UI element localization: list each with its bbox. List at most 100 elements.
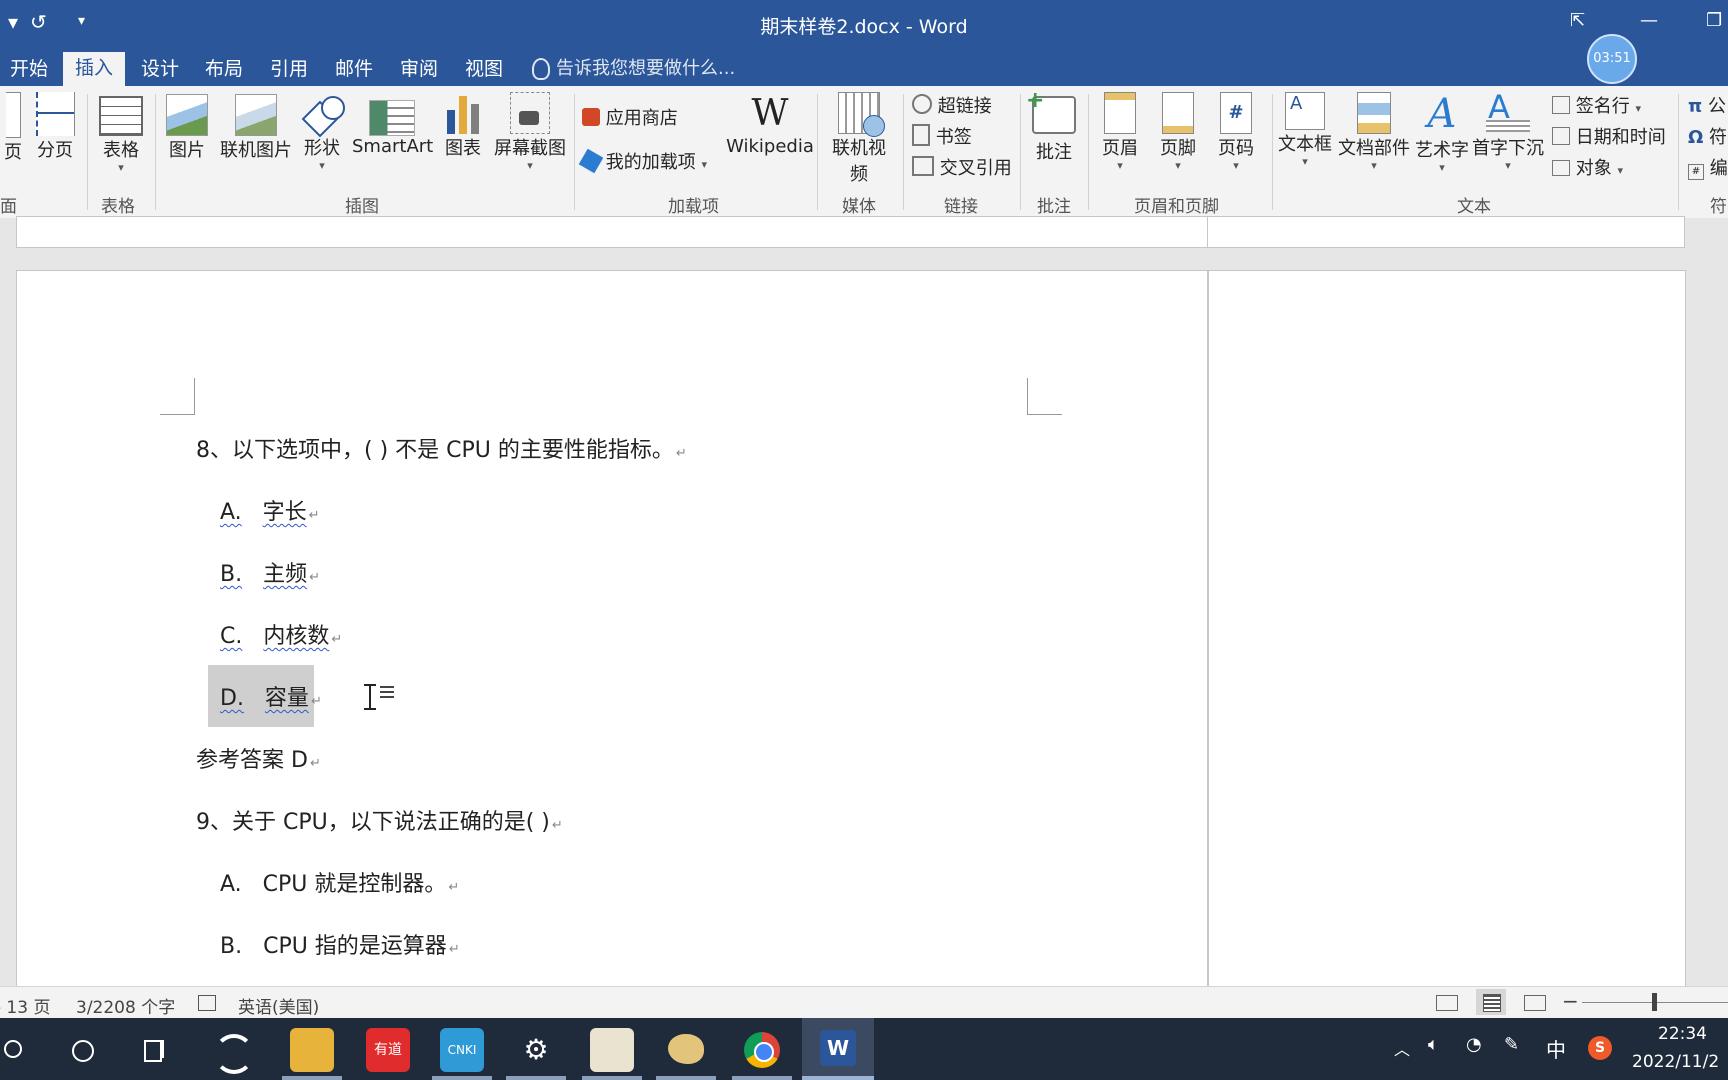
tab-mailings[interactable]: 邮件 <box>335 54 373 86</box>
dropcap-button[interactable]: A 首字下沉 ▾ <box>1472 88 1544 172</box>
chrome-icon[interactable] <box>740 1028 784 1072</box>
wifi-icon[interactable]: ◔ <box>1466 1034 1482 1055</box>
paint-palette-icon[interactable] <box>664 1028 708 1072</box>
comment-label: 批注 <box>1036 142 1072 163</box>
word-count[interactable]: 3/2208 个字 <box>76 993 175 1018</box>
youdao-icon[interactable]: 有道 <box>366 1028 410 1072</box>
page-count[interactable]: 共 13 页 <box>0 993 50 1018</box>
page-button[interactable]: 页 <box>0 92 26 164</box>
object-button[interactable]: 对象 ▾ <box>1552 154 1623 180</box>
print-layout-view-button[interactable] <box>1476 989 1506 1015</box>
smartart-button[interactable]: SmartArt <box>352 92 433 157</box>
tab-layout[interactable]: 布局 <box>205 54 243 86</box>
equation-button[interactable]: π 公 <box>1688 92 1726 118</box>
table-label: 表格 <box>103 140 139 161</box>
document-area[interactable]: 8、以下选项中，( ) 不是 CPU 的主要性能指标。 ↵ A. 字长 ↵ B. 主… <box>0 216 1728 1012</box>
question-8-text: 8、以下选项中，( ) 不是 CPU 的主要性能指标。 <box>196 438 674 463</box>
previous-page <box>16 216 1208 248</box>
minimize-button[interactable]: — <box>1640 10 1658 31</box>
signature-icon <box>1552 96 1570 114</box>
cortana-icon[interactable] <box>60 1028 104 1072</box>
option-letter: A. <box>220 872 242 897</box>
option-8d[interactable]: D. 容量 ↵ <box>220 680 322 712</box>
option-letter: D. <box>220 686 244 711</box>
task-view-icon[interactable] <box>134 1028 178 1072</box>
store-button[interactable]: 应用商店 <box>582 104 678 130</box>
quick-parts-icon <box>1357 92 1391 134</box>
signature-line-button[interactable]: 签名行 ▾ <box>1552 92 1641 118</box>
zoom-out-button[interactable]: − <box>1562 989 1579 1013</box>
shapes-button[interactable]: 形状 ▾ <box>298 92 346 172</box>
table-button[interactable]: 表格 ▾ <box>96 92 146 174</box>
option-text: 主频 <box>263 562 308 587</box>
my-addins-button[interactable]: 我的加载项 ▾ <box>578 148 707 174</box>
option-8a: A. 字长 ↵ <box>220 494 320 526</box>
pen-icon[interactable]: ✎ <box>1504 1034 1519 1055</box>
restore-button[interactable]: ❐ <box>1706 10 1722 31</box>
option-text: 内核数 <box>263 624 330 649</box>
markup-pane <box>1208 270 1686 1012</box>
zoom-slider-thumb[interactable] <box>1652 993 1657 1011</box>
header-button[interactable]: 页眉 ▾ <box>1096 92 1144 172</box>
search-icon[interactable] <box>0 1028 44 1072</box>
group-header-footer-label: 页眉和页脚 <box>1134 197 1219 217</box>
store-icon <box>582 108 600 126</box>
picture-button[interactable]: 图片 <box>164 92 210 162</box>
word-taskbar-button[interactable]: W <box>802 1018 874 1080</box>
table-icon <box>99 96 143 136</box>
group-symbols-label: 符 <box>1710 197 1727 217</box>
hyperlink-button[interactable]: 超链接 <box>912 92 992 118</box>
chart-button[interactable]: 图表 <box>440 92 486 160</box>
bookmark-button[interactable]: 书签 <box>912 123 972 149</box>
online-video-button[interactable]: 联机视频 <box>824 92 894 186</box>
ribbon-display-icon[interactable]: ⇱ <box>1570 10 1585 31</box>
proofing-icon[interactable] <box>198 995 216 1011</box>
sogou-ime-icon[interactable]: S <box>1588 1036 1612 1060</box>
divider <box>1272 94 1273 210</box>
ribbon-tabs: 开始 插入 设计 布局 引用 邮件 审阅 视图 告诉我您想要做什么... <box>0 48 1728 86</box>
crop-mark-right <box>1027 378 1062 415</box>
symbol-button[interactable]: Ω 符 <box>1688 123 1727 149</box>
online-picture-button[interactable]: 联机图片 <box>216 92 296 162</box>
group-illustrations-label: 插图 <box>345 197 379 217</box>
file-explorer-icon[interactable] <box>290 1028 334 1072</box>
web-layout-icon[interactable] <box>1524 995 1546 1011</box>
cnki-icon[interactable]: CNKI <box>440 1028 484 1072</box>
language-indicator[interactable]: 英语(美国) <box>238 993 319 1018</box>
page-break-button[interactable]: 分页 <box>30 92 80 162</box>
tab-view[interactable]: 视图 <box>465 54 503 86</box>
tab-references[interactable]: 引用 <box>270 54 308 86</box>
pinwheel-app-icon[interactable] <box>208 1028 254 1074</box>
python-file-icon[interactable] <box>590 1028 634 1072</box>
settings-gear-icon[interactable]: ⚙ <box>514 1028 558 1072</box>
layout-options-icon[interactable] <box>380 686 394 698</box>
page-number-button[interactable]: # 页码 ▾ <box>1212 92 1260 172</box>
comment-button[interactable]: + 批注 <box>1026 88 1080 164</box>
volume-icon[interactable]: 🔈︎ <box>1428 1034 1439 1055</box>
screenshot-button[interactable]: 屏幕截图 ▾ <box>492 92 568 172</box>
tab-design[interactable]: 设计 <box>141 54 179 86</box>
globe-link-icon <box>912 94 932 114</box>
dropcap-label: 首字下沉 <box>1472 138 1544 159</box>
tab-review[interactable]: 审阅 <box>400 54 438 86</box>
number-button[interactable]: # 编 <box>1688 154 1728 180</box>
tell-me-search[interactable]: 告诉我您想要做什么... <box>556 54 735 84</box>
wordart-label: 艺术字 <box>1415 140 1469 161</box>
wordart-icon: A <box>1427 91 1457 137</box>
read-mode-icon[interactable] <box>1436 995 1458 1011</box>
wordart-button[interactable]: A 艺术字 ▾ <box>1414 92 1470 174</box>
textbox-button[interactable]: A 文本框 ▾ <box>1276 92 1334 168</box>
tab-insert[interactable]: 插入 <box>63 52 126 86</box>
date-time-button[interactable]: 日期和时间 <box>1552 123 1666 149</box>
comment-icon: + <box>1026 88 1076 134</box>
tab-home[interactable]: 开始 <box>10 54 48 86</box>
quick-parts-button[interactable]: 文档部件 ▾ <box>1336 92 1412 172</box>
divider <box>903 94 904 210</box>
tray-chevron-icon[interactable]: ︿ <box>1394 1036 1410 1060</box>
clock-time[interactable]: 22:34 <box>1658 1024 1707 1044</box>
footer-button[interactable]: 页脚 ▾ <box>1154 92 1202 172</box>
wikipedia-button[interactable]: W Wikipedia <box>720 92 820 157</box>
ime-indicator[interactable]: 中 <box>1546 1034 1566 1063</box>
cross-reference-button[interactable]: 交叉引用 <box>912 154 1012 180</box>
clock-date[interactable]: 2022/11/2 <box>1632 1052 1719 1072</box>
